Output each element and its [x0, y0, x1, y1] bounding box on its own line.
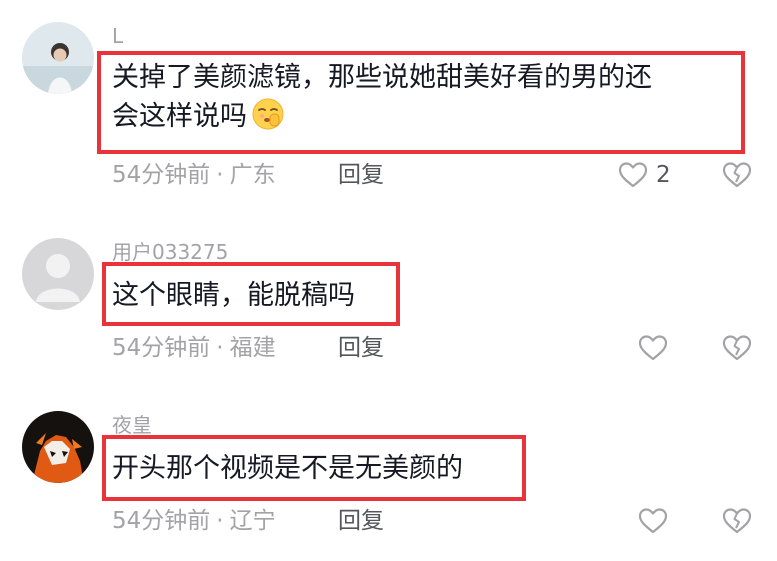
avatar[interactable] [22, 238, 94, 310]
comment-time: 54分钟前 [112, 162, 211, 188]
like-button[interactable]: 2 [618, 160, 671, 190]
avatar[interactable] [22, 411, 94, 483]
avatar[interactable] [22, 22, 94, 94]
smirk-shh-emoji-icon [251, 97, 285, 131]
like-count: 2 [656, 162, 671, 188]
reply-button[interactable]: 回复 [338, 333, 384, 363]
comment-location: 福建 [229, 335, 276, 361]
comment-text: 开头那个视频是不是无美颜的 [112, 449, 463, 488]
comment-text: 这个眼睛，能脱稿吗 [112, 276, 355, 315]
comment-text-line-2: 会这样说吗 [112, 101, 247, 132]
comment-text-line: 关掉了美颜滤镜，那些说她甜美好看的男的还 [112, 62, 652, 93]
reply-button[interactable]: 回复 [338, 506, 384, 536]
broken-heart-icon [722, 161, 752, 189]
comment-meta: 54分钟前 · 福建 [112, 333, 276, 363]
heart-outline-icon [618, 161, 648, 189]
comment-text-line: 这个眼睛，能脱稿吗 [112, 280, 355, 311]
comment-location: 广东 [229, 162, 276, 188]
meta-separator: · [216, 335, 224, 361]
comment-text-line: 开头那个视频是不是无美颜的 [112, 453, 463, 484]
comment-time: 54分钟前 [112, 335, 211, 361]
broken-heart-icon [722, 334, 752, 362]
like-button[interactable] [638, 506, 668, 536]
comment-text: 关掉了美颜滤镜，那些说她甜美好看的男的还 会这样说吗 [112, 58, 652, 136]
comment-time: 54分钟前 [112, 508, 211, 534]
meta-separator: · [216, 508, 224, 534]
like-button[interactable] [638, 333, 668, 363]
dislike-button[interactable] [722, 333, 752, 363]
heart-outline-icon [638, 334, 668, 362]
comment-username[interactable]: 夜皇 [112, 413, 152, 437]
meta-separator: · [216, 162, 224, 188]
broken-heart-icon [722, 507, 752, 535]
comment-location: 辽宁 [229, 508, 276, 534]
comment-meta: 54分钟前 · 广东 [112, 160, 276, 190]
comment-username[interactable]: L [112, 24, 123, 48]
dislike-button[interactable] [722, 506, 752, 536]
reply-button[interactable]: 回复 [338, 160, 384, 190]
dislike-button[interactable] [722, 160, 752, 190]
heart-outline-icon [638, 507, 668, 535]
comment-username[interactable]: 用户033275 [112, 240, 228, 264]
comment-meta: 54分钟前 · 辽宁 [112, 506, 276, 536]
comment-text-line: 会这样说吗 [112, 97, 652, 136]
